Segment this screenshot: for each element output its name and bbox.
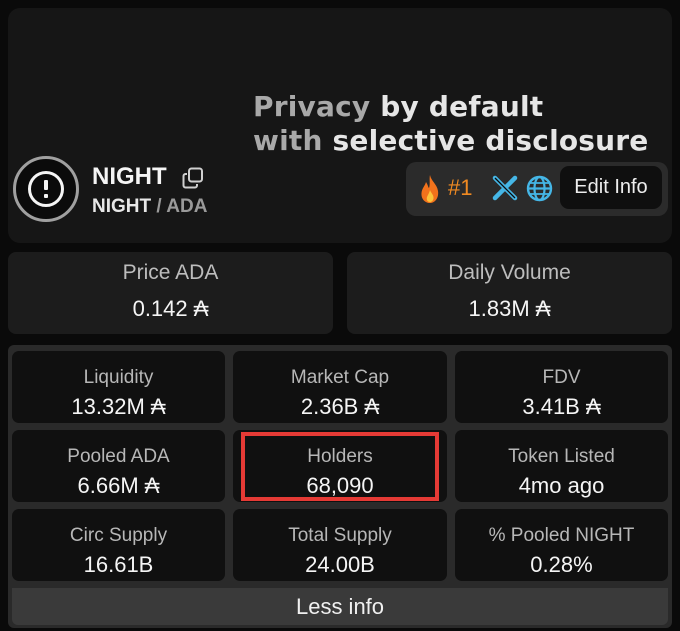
- stat-value: 13.32M ₳: [71, 394, 166, 419]
- trending-rank: #1: [448, 175, 473, 200]
- stat-token-listed: Token Listed 4mo ago: [455, 430, 668, 502]
- stat-value: 6.66M ₳: [77, 473, 160, 498]
- stat-value: 0.142 ₳: [132, 296, 209, 321]
- stat-label: Token Listed: [508, 446, 615, 467]
- token-actions-bar: #1 Edit Info: [406, 162, 668, 216]
- stat-label: Daily Volume: [448, 261, 571, 284]
- token-info-panel: Privacy by default with selective disclo…: [0, 0, 680, 631]
- pair-quote: ADA: [166, 196, 208, 217]
- stat-value: 68,090: [306, 473, 374, 498]
- tagline-word: by default: [380, 90, 544, 123]
- stat-value: 2.36B ₳: [300, 394, 380, 419]
- stat-value: 16.61B: [83, 552, 154, 577]
- stat-value: 24.00B: [305, 552, 375, 577]
- fire-icon: [421, 175, 439, 203]
- stat-label: Liquidity: [83, 367, 154, 388]
- stat-label: FDV: [542, 367, 581, 388]
- logo-mark: [44, 194, 48, 198]
- x-icon[interactable]: [492, 175, 518, 201]
- stat-market-cap: Market Cap 2.36B ₳: [233, 351, 447, 423]
- tagline-word: selective disclosure: [332, 124, 649, 157]
- stat-total-supply: Total Supply 24.00B: [233, 509, 447, 581]
- trading-pair: NIGHT / ADA: [92, 196, 207, 218]
- stat-circ-supply: Circ Supply 16.61B: [12, 509, 225, 581]
- copy-icon[interactable]: [182, 167, 204, 189]
- stat-holders: Holders 68,090: [233, 430, 447, 502]
- stat-value: 3.41B ₳: [522, 394, 601, 419]
- stat-pooled-ada: Pooled ADA 6.66M ₳: [12, 430, 225, 502]
- edit-info-button[interactable]: Edit Info: [560, 166, 662, 209]
- stat-label: Total Supply: [288, 525, 392, 546]
- stat-label: Market Cap: [290, 367, 390, 388]
- stat-label: Pooled ADA: [67, 446, 170, 467]
- stat-value: 1.83M ₳: [468, 296, 551, 321]
- stat-label: Circ Supply: [69, 525, 168, 546]
- stat-price-ada: Price ADA 0.142 ₳: [8, 252, 333, 334]
- night-logo-inner: [28, 171, 64, 207]
- banner-tagline: Privacy by default with selective disclo…: [253, 90, 673, 158]
- stat-liquidity: Liquidity 13.32M ₳: [12, 351, 225, 423]
- tagline-word: Privacy: [253, 90, 371, 123]
- token-name: NIGHT: [92, 163, 167, 190]
- stat-pooled-night: % Pooled NIGHT 0.28%: [455, 509, 668, 581]
- stat-value: 4mo ago: [518, 473, 605, 498]
- stat-label: Holders: [307, 446, 373, 467]
- pair-separator: /: [151, 196, 167, 217]
- stat-value: 0.28%: [530, 552, 593, 577]
- logo-mark: [44, 180, 48, 190]
- stat-label: % Pooled NIGHT: [488, 525, 635, 546]
- night-logo: [13, 156, 79, 222]
- stat-fdv: FDV 3.41B ₳: [455, 351, 668, 423]
- stat-daily-volume: Daily Volume 1.83M ₳: [347, 252, 672, 334]
- stat-label: Price ADA: [122, 261, 219, 284]
- globe-icon[interactable]: [526, 175, 553, 202]
- less-info-button[interactable]: Less info: [12, 588, 668, 625]
- pair-base: NIGHT: [92, 196, 152, 217]
- tagline-word: with: [253, 124, 323, 157]
